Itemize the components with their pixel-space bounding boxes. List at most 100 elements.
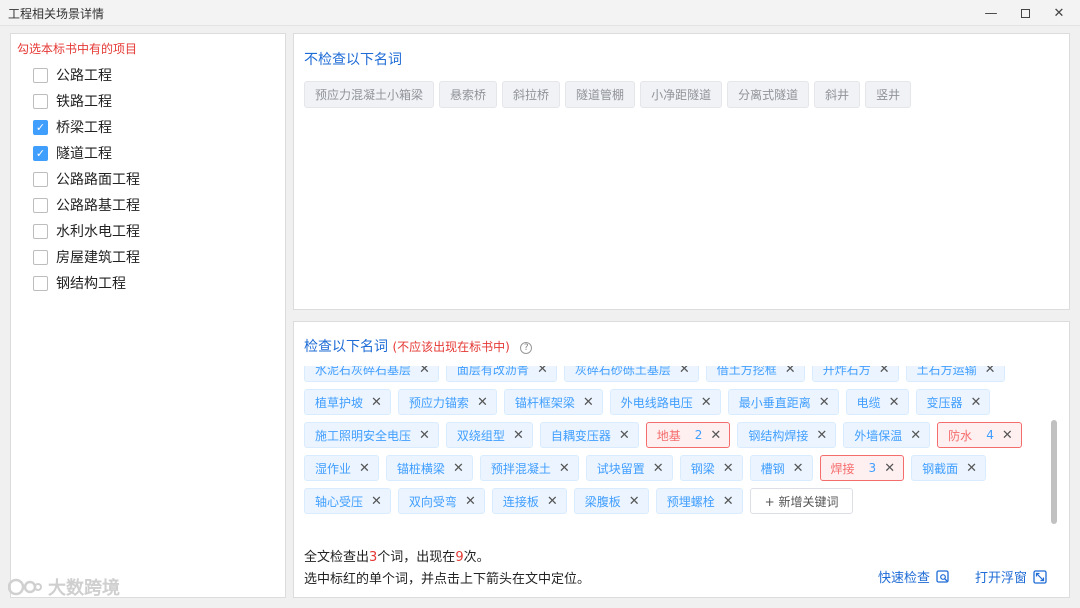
keyword-tag[interactable]: 自耦变压器 ✕ — [539, 422, 639, 448]
checkbox-item-highway[interactable]: 公路工程 — [33, 65, 112, 85]
remove-tag-icon[interactable]: ✕ — [884, 461, 895, 476]
maximize-button[interactable] — [1008, 0, 1042, 26]
checkbox[interactable]: ✓ — [33, 119, 48, 135]
remove-tag-icon[interactable]: ✕ — [465, 494, 476, 509]
checkbox-item-building[interactable]: 房屋建筑工程 — [33, 247, 140, 267]
keyword-tag[interactable]: 预应力锚索 ✕ — [397, 389, 497, 415]
keyword-tag[interactable]: 土石方运输 ✕ — [905, 366, 1005, 382]
checkbox[interactable] — [33, 67, 48, 83]
keyword-tag[interactable]: 电缆 ✕ — [845, 389, 909, 415]
keyword-tag[interactable]: 钢梁 ✕ — [679, 455, 743, 481]
keyword-tag[interactable]: 轴心受压 ✕ — [304, 488, 391, 514]
keyword-tag[interactable]: 湿作业 ✕ — [304, 455, 379, 481]
remove-tag-icon[interactable]: ✕ — [629, 494, 640, 509]
no-check-tag[interactable]: 预应力混凝土小箱梁 — [304, 81, 435, 108]
remove-tag-icon[interactable]: ✕ — [513, 428, 524, 443]
keyword-tag[interactable]: 钢截面 ✕ — [911, 455, 987, 481]
keyword-tag[interactable]: 预埋螺栓 ✕ — [655, 488, 743, 514]
checkbox-item-subgrade[interactable]: 公路路基工程 — [33, 195, 140, 215]
keyword-tag-hit[interactable]: 焊接 3 ✕ — [819, 455, 905, 481]
remove-tag-icon[interactable]: ✕ — [819, 395, 830, 410]
keyword-tag[interactable]: 预拌混凝土 ✕ — [479, 455, 579, 481]
checkbox-item-tunnel[interactable]: ✓ 隧道工程 — [33, 143, 112, 163]
add-keyword-button[interactable]: + 新增关键词 — [749, 488, 854, 514]
remove-tag-icon[interactable]: ✕ — [371, 395, 382, 410]
keyword-tag[interactable]: 外墙保温 ✕ — [843, 422, 931, 448]
remove-tag-icon[interactable]: ✕ — [419, 428, 430, 443]
remove-tag-icon[interactable]: ✕ — [816, 428, 827, 443]
remove-tag-icon[interactable]: ✕ — [966, 461, 977, 476]
keyword-tag[interactable]: 变压器 ✕ — [915, 389, 991, 415]
minimize-button[interactable]: — — [974, 0, 1008, 26]
remove-tag-icon[interactable]: ✕ — [477, 395, 488, 410]
checkbox-item-railway[interactable]: 铁路工程 — [33, 91, 112, 111]
remove-tag-icon[interactable]: ✕ — [559, 461, 570, 476]
question-circle-icon[interactable]: ? — [520, 342, 533, 354]
no-check-tag[interactable]: 斜拉桥 — [502, 81, 561, 108]
keyword-tag[interactable]: 植草护坡 ✕ — [304, 389, 391, 415]
remove-tag-icon[interactable]: ✕ — [653, 461, 664, 476]
checkbox[interactable] — [33, 171, 48, 187]
remove-tag-icon[interactable]: ✕ — [583, 395, 594, 410]
remove-tag-icon[interactable]: ✕ — [371, 494, 382, 509]
no-check-tag[interactable]: 隧道管棚 — [565, 81, 636, 108]
checkbox[interactable] — [33, 93, 48, 109]
remove-tag-icon[interactable]: ✕ — [710, 428, 721, 443]
no-check-tag[interactable]: 悬索桥 — [439, 81, 498, 108]
check-tag-scroll-area[interactable]: 水泥石灰碎石基层 ✕ 面层有改沥青 ✕ 灰碎石砂砾土基层 ✕ 借土方挖框 ✕ 开炸石方 ✕ 土石方运… — [304, 366, 1054, 522]
no-check-tag[interactable]: 小净距隧道 — [640, 81, 723, 108]
quick-check-button[interactable]: 快速检查 — [878, 567, 950, 586]
keyword-tag[interactable]: 灰碎石砂砾土基层 ✕ — [563, 366, 699, 382]
remove-tag-icon[interactable]: ✕ — [453, 461, 464, 476]
remove-tag-icon[interactable]: ✕ — [547, 494, 558, 509]
remove-tag-icon[interactable]: ✕ — [1002, 428, 1013, 443]
no-check-tag[interactable]: 竖井 — [865, 81, 912, 108]
keyword-tag[interactable]: 梁腹板 ✕ — [573, 488, 649, 514]
remove-tag-icon[interactable]: ✕ — [679, 366, 690, 377]
keyword-tag-hit[interactable]: 防水 4 ✕ — [937, 422, 1022, 448]
remove-tag-icon[interactable]: ✕ — [701, 395, 712, 410]
checkbox[interactable] — [33, 275, 48, 291]
remove-tag-icon[interactable]: ✕ — [971, 395, 982, 410]
remove-tag-icon[interactable]: ✕ — [419, 366, 430, 377]
checkbox-item-pavement[interactable]: 公路路面工程 — [33, 169, 140, 189]
checkbox[interactable] — [33, 197, 48, 213]
checkbox[interactable] — [33, 249, 48, 265]
remove-tag-icon[interactable]: ✕ — [723, 461, 734, 476]
remove-tag-icon[interactable]: ✕ — [889, 395, 900, 410]
keyword-tag[interactable]: 开炸石方 ✕ — [811, 366, 899, 382]
no-check-tag[interactable]: 分离式隧道 — [727, 81, 810, 108]
keyword-tag[interactable]: 水泥石灰碎石基层 ✕ — [304, 366, 439, 382]
remove-tag-icon[interactable]: ✕ — [985, 366, 996, 377]
keyword-tag[interactable]: 施工照明安全电压 ✕ — [304, 422, 439, 448]
keyword-tag[interactable]: 锚杆框架梁 ✕ — [503, 389, 603, 415]
remove-tag-icon[interactable]: ✕ — [910, 428, 921, 443]
keyword-tag[interactable]: 试块留置 ✕ — [585, 455, 673, 481]
remove-tag-icon[interactable]: ✕ — [723, 494, 734, 509]
checkbox-item-steel[interactable]: 钢结构工程 — [33, 273, 126, 293]
remove-tag-icon[interactable]: ✕ — [537, 366, 548, 377]
keyword-tag[interactable]: 连接板 ✕ — [491, 488, 567, 514]
remove-tag-icon[interactable]: ✕ — [879, 366, 890, 377]
checkbox[interactable]: ✓ — [33, 145, 48, 161]
remove-tag-icon[interactable]: ✕ — [793, 461, 804, 476]
close-button[interactable]: ✕ — [1042, 0, 1076, 26]
open-float-window-button[interactable]: 打开浮窗 — [975, 567, 1047, 586]
keyword-tag[interactable]: 双向受弯 ✕ — [397, 488, 485, 514]
keyword-tag[interactable]: 钢结构焊接 ✕ — [737, 422, 837, 448]
keyword-tag[interactable]: 外电线路电压 ✕ — [609, 389, 721, 415]
remove-tag-icon[interactable]: ✕ — [619, 428, 630, 443]
checkbox-item-bridge[interactable]: ✓ 桥梁工程 — [33, 117, 112, 137]
keyword-tag[interactable]: 借土方挖框 ✕ — [705, 366, 805, 382]
remove-tag-icon[interactable]: ✕ — [359, 461, 370, 476]
checkbox[interactable] — [33, 223, 48, 239]
keyword-tag[interactable]: 最小垂直距离 ✕ — [727, 389, 839, 415]
keyword-tag[interactable]: 双绕组型 ✕ — [445, 422, 533, 448]
keyword-tag[interactable]: 锚桩横梁 ✕ — [385, 455, 473, 481]
keyword-tag[interactable]: 槽钢 ✕ — [749, 455, 813, 481]
keyword-tag[interactable]: 面层有改沥青 ✕ — [445, 366, 557, 382]
keyword-tag-hit[interactable]: 地基 2 ✕ — [645, 422, 731, 448]
remove-tag-icon[interactable]: ✕ — [785, 366, 796, 377]
checkbox-item-hydro[interactable]: 水利水电工程 — [33, 221, 140, 241]
scrollbar-thumb[interactable] — [1051, 420, 1057, 524]
